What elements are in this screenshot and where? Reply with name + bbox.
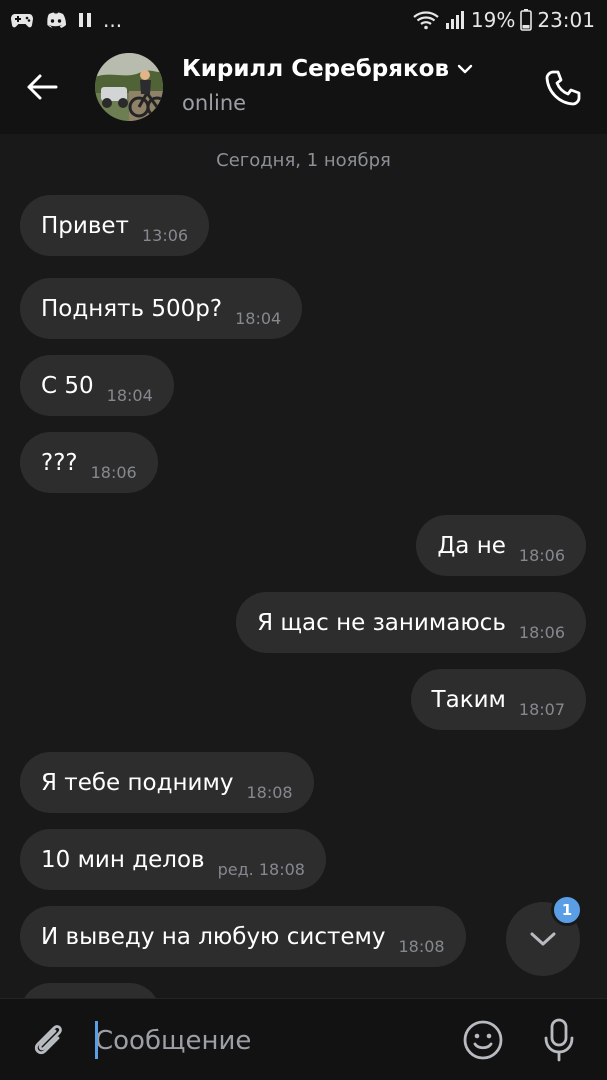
status-bar-dots: ... (103, 8, 123, 32)
pause-icon (78, 12, 92, 28)
message-time: 18:07 (518, 700, 565, 719)
battery-icon (520, 9, 533, 31)
message-time: 18:08 (398, 937, 445, 956)
chevron-down-icon (530, 932, 556, 946)
battery-percent: 19% (470, 8, 516, 32)
signal-icon (444, 10, 466, 30)
message-bubble-incoming[interactable]: 10 мин делов ред. 18:08 (20, 829, 326, 890)
chat-header: Кирилл Серебряков online (0, 40, 607, 134)
message-bubble-outgoing[interactable]: Таким 18:07 (410, 669, 586, 730)
back-arrow-icon (27, 74, 58, 100)
wifi-icon (413, 10, 439, 30)
message-text: Да не (437, 532, 506, 559)
message-list[interactable]: Сегодня, 1 ноября Привет 13:06 Поднять 5… (0, 134, 607, 998)
message-bubble-incoming[interactable]: Привет 13:06 (20, 195, 210, 256)
call-button[interactable] (540, 65, 586, 111)
message-text: И выведу на любую систему (41, 923, 386, 950)
message-time: 18:04 (235, 309, 282, 328)
unread-badge: 1 (551, 894, 583, 926)
message-bubble-incoming[interactable]: Поднять 500р? 18:04 (20, 278, 303, 339)
status-bar: ... 19% 23:01 (0, 0, 607, 40)
message-time: 18:04 (106, 386, 153, 405)
message-time: 18:06 (518, 623, 565, 642)
message-text: ??? (41, 449, 78, 476)
contact-name-button[interactable]: Кирилл Серебряков (182, 56, 473, 82)
message-time: ред. 18:08 (217, 860, 305, 879)
message-time: 13:06 (141, 226, 189, 245)
message-text: Таким (431, 686, 506, 713)
emoji-button[interactable] (460, 1017, 506, 1063)
clock: 23:01 (537, 8, 595, 32)
back-button[interactable] (22, 67, 62, 107)
date-separator: Сегодня, 1 ноября (216, 150, 391, 171)
attach-button[interactable] (26, 1017, 70, 1061)
message-input[interactable] (95, 1021, 435, 1061)
message-time: 18:08 (246, 783, 293, 802)
phone-icon (545, 70, 581, 106)
emoji-icon (463, 1020, 503, 1060)
microphone-icon (544, 1018, 574, 1062)
message-text: 10 мин делов (41, 846, 205, 873)
message-bubble-partial[interactable] (20, 983, 160, 998)
contact-name: Кирилл Серебряков (182, 56, 449, 82)
message-time: 18:06 (90, 463, 137, 482)
message-text: Я тебе подниму (41, 769, 234, 796)
message-text: Я щас не занимаюсь (257, 609, 506, 636)
message-text: С 50 (41, 372, 94, 399)
text-cursor (95, 1021, 98, 1059)
discord-icon (45, 12, 67, 29)
message-text: Привет (41, 212, 129, 239)
paperclip-icon (34, 1025, 62, 1055)
game-controller-icon (10, 11, 34, 29)
voice-message-button[interactable] (536, 1015, 582, 1065)
message-bubble-incoming[interactable]: С 50 18:04 (20, 355, 174, 416)
chevron-down-icon (457, 64, 473, 74)
avatar[interactable] (95, 53, 163, 121)
message-bubble-incoming[interactable]: Я тебе подниму 18:08 (20, 752, 314, 813)
message-bubble-outgoing[interactable]: Я щас не занимаюсь 18:06 (236, 592, 586, 653)
message-bubble-outgoing[interactable]: Да не 18:06 (416, 515, 586, 576)
contact-status: online (182, 91, 247, 115)
message-text: Поднять 500р? (41, 295, 223, 322)
message-time: 18:06 (518, 546, 565, 565)
message-bubble-incoming[interactable]: ??? 18:06 (20, 432, 158, 493)
message-bubble-incoming[interactable]: И выведу на любую систему 18:08 (20, 906, 466, 967)
message-composer (0, 998, 607, 1080)
